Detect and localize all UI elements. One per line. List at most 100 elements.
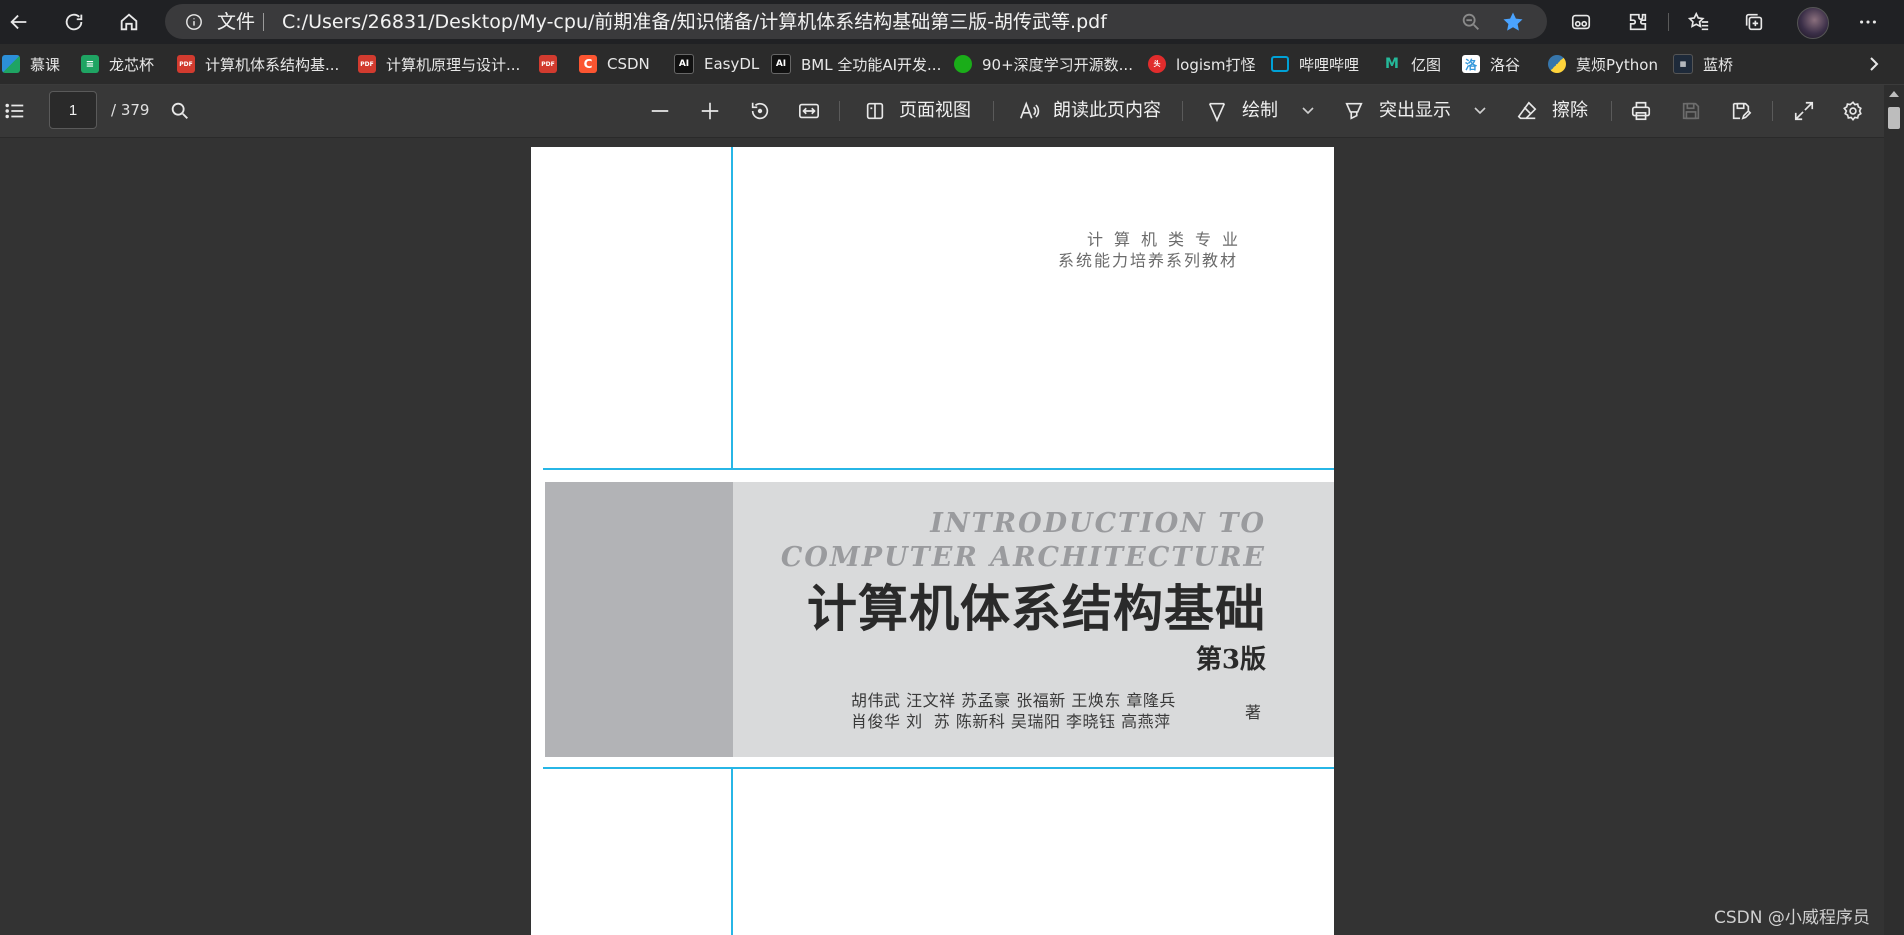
pdf-toolbar: / 379 页面视图 朗读此页内容 绘制 突出显示 擦除 <box>0 85 1904 138</box>
bookmark-label: 莫烦Python <box>1576 55 1658 74</box>
minus-icon <box>651 110 669 112</box>
bookmark-label: 慕课 <box>30 55 61 74</box>
bookmark-principle-pdf[interactable]: PDF 计算机原理与设计... <box>358 53 520 75</box>
bookmark-label: EasyDL <box>704 55 760 73</box>
scroll-up-arrow-icon[interactable] <box>1889 91 1899 97</box>
bookmark-lanqiao[interactable]: ▦ 蓝桥 <box>1673 53 1733 75</box>
table-of-contents-icon <box>5 103 24 119</box>
save-button[interactable] <box>1679 99 1703 123</box>
search-icon <box>171 102 188 119</box>
draw-icon-wrap[interactable] <box>1205 99 1229 123</box>
english-title-line-2: COMPUTER ARCHITECTURE <box>780 542 1266 573</box>
bookmark-logism[interactable]: 头 logism打怪 <box>1148 53 1255 75</box>
scrollbar-thumb[interactable] <box>1888 107 1900 129</box>
bookmark-deeplearning[interactable]: 90+深度学习开源数... <box>954 53 1133 75</box>
back-button[interactable] <box>2 6 36 38</box>
address-bar[interactable]: 文件 C:/Users/26831/Desktop/My-cpu/前期准备/知识… <box>165 4 1547 39</box>
toolbar-divider <box>1668 13 1669 31</box>
refresh-button[interactable] <box>57 6 91 38</box>
page-view-icon-wrap[interactable] <box>863 99 887 123</box>
authors-row-1: 胡伟武 汪文祥 苏孟豪 张福新 王焕东 章隆兵 <box>851 691 1176 710</box>
find-button[interactable] <box>168 99 192 123</box>
settings-button[interactable] <box>1841 99 1865 123</box>
toolbar-divider <box>1611 101 1612 121</box>
toolbar-divider <box>839 101 840 121</box>
crop-line <box>543 468 1334 470</box>
favorite-star-icon[interactable] <box>1501 10 1525 34</box>
save-icon <box>1682 102 1700 120</box>
bookmark-mooc[interactable]: 慕课 <box>2 53 60 75</box>
bookmark-longxinbei[interactable]: ≡ 龙芯杯 <box>81 53 154 75</box>
browser-titlebar: 文件 C:/Users/26831/Desktop/My-cpu/前期准备/知识… <box>0 0 1904 44</box>
bookmark-luogu[interactable]: 洛 洛谷 <box>1462 53 1520 75</box>
collections-icon <box>1745 13 1763 31</box>
fullscreen-button[interactable] <box>1792 99 1816 123</box>
contents-button[interactable] <box>3 99 27 123</box>
crop-line <box>543 767 1334 769</box>
edition-label: 第3版 <box>1195 645 1266 675</box>
bookmark-label: 蓝桥 <box>1703 55 1734 74</box>
chevron-down-icon[interactable] <box>1473 105 1487 117</box>
glasses-icon <box>1571 14 1591 30</box>
info-icon[interactable] <box>185 13 203 31</box>
author-list: 胡伟武 汪文祥 苏孟豪 张福新 王焕东 章隆兵 肖俊华 刘 苏 陈新科 吴瑞阳 … <box>851 690 1176 732</box>
draw-button[interactable]: 绘制 <box>1242 99 1278 123</box>
more-menu-button[interactable] <box>1851 6 1885 38</box>
cover-band-dark <box>545 482 733 757</box>
chevron-right-icon[interactable] <box>1864 54 1884 74</box>
pdf-page: 计算机类专业 系统能力培养系列教材 INTRODUCTION TO COMPUT… <box>531 147 1334 935</box>
refresh-icon <box>65 13 83 31</box>
bookmark-pdf[interactable]: PDF <box>539 53 567 75</box>
site-info-label[interactable]: 文件 <box>217 10 255 34</box>
bookmark-csdn[interactable]: C CSDN <box>579 53 650 75</box>
print-button[interactable] <box>1629 99 1653 123</box>
erase-button[interactable]: 擦除 <box>1552 99 1588 123</box>
bookmark-label: 90+深度学习开源数... <box>982 55 1133 74</box>
highlight-icon-wrap[interactable] <box>1342 99 1366 123</box>
highlight-button[interactable]: 突出显示 <box>1379 99 1451 123</box>
sheet-icon: ≡ <box>81 55 99 73</box>
bookmark-mofan[interactable]: 莫烦Python <box>1548 53 1658 75</box>
bookmark-bilibili[interactable]: 哔哩哔哩 <box>1271 53 1359 75</box>
series-label: 计算机类专业 系统能力培养系列教材 <box>1058 229 1238 271</box>
tracking-prevention-button[interactable] <box>1564 6 1598 38</box>
favorites-button[interactable] <box>1682 6 1716 38</box>
series-line-2: 系统能力培养系列教材 <box>1057 251 1238 270</box>
zoom-out-button[interactable] <box>648 99 672 123</box>
bookmark-arch-pdf[interactable]: PDF 计算机体系结构基... <box>177 53 339 75</box>
crop-line <box>731 147 733 469</box>
profile-avatar[interactable] <box>1797 7 1829 39</box>
english-title: INTRODUCTION TO COMPUTER ARCHITECTURE <box>781 507 1266 575</box>
home-button[interactable] <box>112 6 146 38</box>
bookmark-easydl[interactable]: AI EasyDL <box>674 53 759 75</box>
zoom-out-icon[interactable] <box>1460 11 1482 33</box>
eraser-icon <box>1517 101 1537 120</box>
vertical-scrollbar[interactable] <box>1884 85 1904 935</box>
ellipsis-icon <box>1860 20 1876 24</box>
home-icon <box>120 13 138 31</box>
bookmark-label: 龙芯杯 <box>109 55 155 74</box>
fit-width-icon <box>799 103 819 119</box>
back-arrow-icon <box>10 14 27 30</box>
wechat-icon <box>954 55 972 73</box>
read-aloud-button[interactable]: 朗读此页内容 <box>1053 99 1161 123</box>
rotate-button[interactable] <box>748 99 772 123</box>
favorites-list-icon <box>1688 11 1709 31</box>
chevron-down-icon[interactable] <box>1301 105 1315 117</box>
bookmark-edraw[interactable]: M 亿图 <box>1383 53 1441 75</box>
url-text[interactable]: C:/Users/26831/Desktop/My-cpu/前期准备/知识储备/… <box>282 10 1107 34</box>
erase-icon-wrap[interactable] <box>1515 99 1539 123</box>
collections-button[interactable] <box>1737 6 1771 38</box>
bookmark-bml[interactable]: AI BML 全功能AI开发... <box>771 53 941 75</box>
page-view-button[interactable]: 页面视图 <box>899 99 971 123</box>
extensions-button[interactable] <box>1621 6 1655 38</box>
python-icon <box>1548 55 1566 73</box>
read-aloud-icon-wrap[interactable] <box>1017 99 1041 123</box>
toolbar-divider <box>1182 101 1183 121</box>
zoom-in-button[interactable] <box>698 99 722 123</box>
bookmark-label: CSDN <box>607 55 650 73</box>
fit-width-button[interactable] <box>797 99 821 123</box>
save-as-button[interactable] <box>1729 99 1753 123</box>
page-number-input[interactable] <box>49 91 97 129</box>
rotate-icon <box>751 102 769 120</box>
